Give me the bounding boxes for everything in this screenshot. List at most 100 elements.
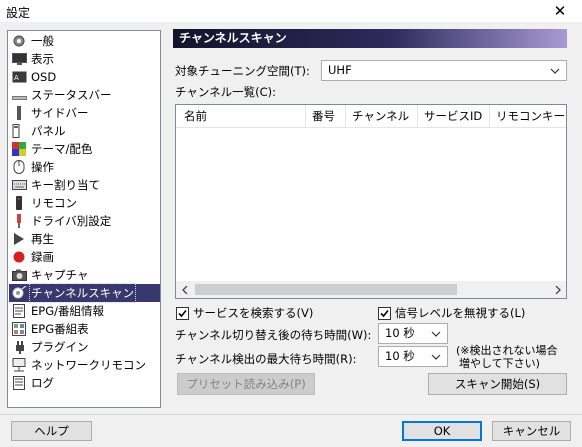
switch-wait-label: チャンネル切り替え後の待ち時間(W): xyxy=(175,328,372,342)
column-header-number[interactable]: 番号 xyxy=(306,105,346,127)
scroll-left-icon[interactable] xyxy=(176,281,193,298)
sidebar-item-label: サイドバー xyxy=(31,106,89,120)
sidebar-item-network-remote[interactable]: ネットワークリモコン xyxy=(9,356,160,374)
checkbox-label: 信号レベルを無視する(L) xyxy=(395,306,526,320)
sidebar-item-label: 一般 xyxy=(31,34,54,48)
sidebar-item-label: EPG/番組情報 xyxy=(31,304,104,318)
sidebar-item-remote[interactable]: リモコン xyxy=(9,194,160,212)
sidebar-item-label: パネル xyxy=(31,124,66,138)
section-header: チャンネルスキャン xyxy=(173,29,567,48)
sidebar-item-label: キャプチャ xyxy=(31,268,89,282)
osd-icon: A xyxy=(11,70,27,84)
title-bar: 設定 ✕ xyxy=(0,0,582,22)
start-scan-button[interactable]: スキャン開始(S) xyxy=(428,373,567,395)
sidebar-item-display[interactable]: 表示 xyxy=(9,50,160,68)
program-guide-icon xyxy=(11,322,27,336)
horizontal-scrollbar[interactable] xyxy=(176,281,566,298)
sidebar-item-label: 再生 xyxy=(31,232,54,246)
detect-wait-label: チャンネル検出の最大待ち時間(R): xyxy=(175,352,357,366)
gear-icon xyxy=(11,34,27,48)
channel-list[interactable]: 名前 番号 チャンネル サービスID リモコンキー xyxy=(175,104,567,299)
sidebar-item-label: テーマ/配色 xyxy=(31,142,93,156)
settings-category-list[interactable]: 一般 表示 A OSD ステータスバー サイドバー パネル テーマ/配色 操作 … xyxy=(7,30,161,408)
switch-wait-select[interactable]: 10 秒 xyxy=(378,323,448,344)
plugin-icon xyxy=(11,340,27,354)
remote-icon xyxy=(11,196,27,210)
svg-text:A: A xyxy=(14,74,19,82)
tuning-space-label: 対象チューニング空間(T): xyxy=(175,64,310,78)
sidebar-item-label: ステータスバー xyxy=(31,88,112,102)
chevron-down-icon xyxy=(429,324,443,343)
log-icon xyxy=(11,376,27,390)
sidebar-item-label: チャンネルスキャン xyxy=(28,283,137,303)
sidebar-item-recording[interactable]: 録画 xyxy=(9,248,160,266)
camera-icon xyxy=(11,268,27,282)
driver-icon xyxy=(11,214,27,228)
channel-list-header: 名前 番号 チャンネル サービスID リモコンキー xyxy=(176,105,566,128)
sidebar-item-panel[interactable]: パネル xyxy=(9,122,160,140)
sidebar-item-label: EPG番組表 xyxy=(31,322,89,336)
epg-icon xyxy=(11,304,27,318)
sidebar-icon xyxy=(11,106,27,120)
cancel-button[interactable]: キャンセル xyxy=(492,421,571,441)
sidebar-item-label: OSD xyxy=(31,70,57,84)
play-icon xyxy=(11,232,27,246)
detect-wait-value: 10 秒 xyxy=(385,349,415,363)
scrollbar-thumb[interactable] xyxy=(195,284,457,295)
tuning-space-value: UHF xyxy=(328,63,352,77)
sidebar-item-label: プラグイン xyxy=(31,340,89,354)
sidebar-item-general[interactable]: 一般 xyxy=(9,32,160,50)
window-title: 設定 xyxy=(6,6,31,20)
keyboard-icon xyxy=(11,178,27,192)
sidebar-item-playback[interactable]: 再生 xyxy=(9,230,160,248)
close-icon: ✕ xyxy=(553,2,567,20)
sidebar-item-label: キー割り当て xyxy=(31,178,100,192)
checkbox-label: サービスを検索する(V) xyxy=(193,306,314,320)
checkbox-box[interactable] xyxy=(378,306,391,320)
checkbox-box[interactable] xyxy=(176,306,189,320)
column-header-name[interactable]: 名前 xyxy=(176,105,306,127)
sidebar-item-statusbar[interactable]: ステータスバー xyxy=(9,86,160,104)
help-button[interactable]: ヘルプ xyxy=(11,421,92,441)
sidebar-item-channel-scan[interactable]: チャンネルスキャン xyxy=(9,283,160,303)
ignore-signal-level-checkbox[interactable]: 信号レベルを無視する(L) xyxy=(378,305,525,321)
sidebar-item-label: 録画 xyxy=(31,250,54,264)
tuning-space-select[interactable]: UHF xyxy=(321,60,567,81)
chevron-down-icon xyxy=(429,347,443,366)
sidebar-item-epg[interactable]: EPG/番組情報 xyxy=(9,302,160,320)
record-icon xyxy=(11,250,27,264)
sidebar-item-driver-settings[interactable]: ドライバ別設定 xyxy=(9,212,160,230)
wait-note-line2: 増やして下さい) xyxy=(459,357,540,370)
close-button[interactable]: ✕ xyxy=(538,0,582,22)
monitor-icon xyxy=(11,52,27,66)
sidebar-item-label: リモコン xyxy=(31,196,77,210)
footer-separator xyxy=(0,414,582,415)
search-services-checkbox[interactable]: サービスを検索する(V) xyxy=(176,305,313,321)
sidebar-item-log[interactable]: ログ xyxy=(9,374,160,392)
ok-button[interactable]: OK xyxy=(402,421,482,441)
channel-list-label: チャンネル一覧(C): xyxy=(175,85,277,99)
column-header-service-id[interactable]: サービスID xyxy=(418,105,490,127)
sidebar-item-key-assign[interactable]: キー割り当て xyxy=(9,176,160,194)
sidebar-item-theme[interactable]: テーマ/配色 xyxy=(9,140,160,158)
palette-icon xyxy=(11,142,27,156)
mouse-icon xyxy=(11,160,27,174)
network-remote-icon xyxy=(11,358,27,372)
sidebar-item-plugin[interactable]: プラグイン xyxy=(9,338,160,356)
scroll-right-icon[interactable] xyxy=(549,281,566,298)
switch-wait-value: 10 秒 xyxy=(385,326,415,340)
statusbar-icon xyxy=(11,88,27,102)
sidebar-item-label: ログ xyxy=(31,376,54,390)
column-header-channel[interactable]: チャンネル xyxy=(346,105,418,127)
chevron-down-icon xyxy=(548,61,562,80)
sidebar-item-osd[interactable]: A OSD xyxy=(9,68,160,86)
sidebar-item-label: ネットワークリモコン xyxy=(31,358,146,372)
load-preset-button[interactable]: プリセット読み込み(P) xyxy=(177,373,315,395)
sidebar-item-capture[interactable]: キャプチャ xyxy=(9,266,160,284)
sidebar-item-operation[interactable]: 操作 xyxy=(9,158,160,176)
detect-wait-select[interactable]: 10 秒 xyxy=(378,346,448,367)
sidebar-item-label: 表示 xyxy=(31,52,54,66)
sidebar-item-sidebar[interactable]: サイドバー xyxy=(9,104,160,122)
column-header-remote-key[interactable]: リモコンキー xyxy=(490,105,566,127)
sidebar-item-program-guide[interactable]: EPG番組表 xyxy=(9,320,160,338)
